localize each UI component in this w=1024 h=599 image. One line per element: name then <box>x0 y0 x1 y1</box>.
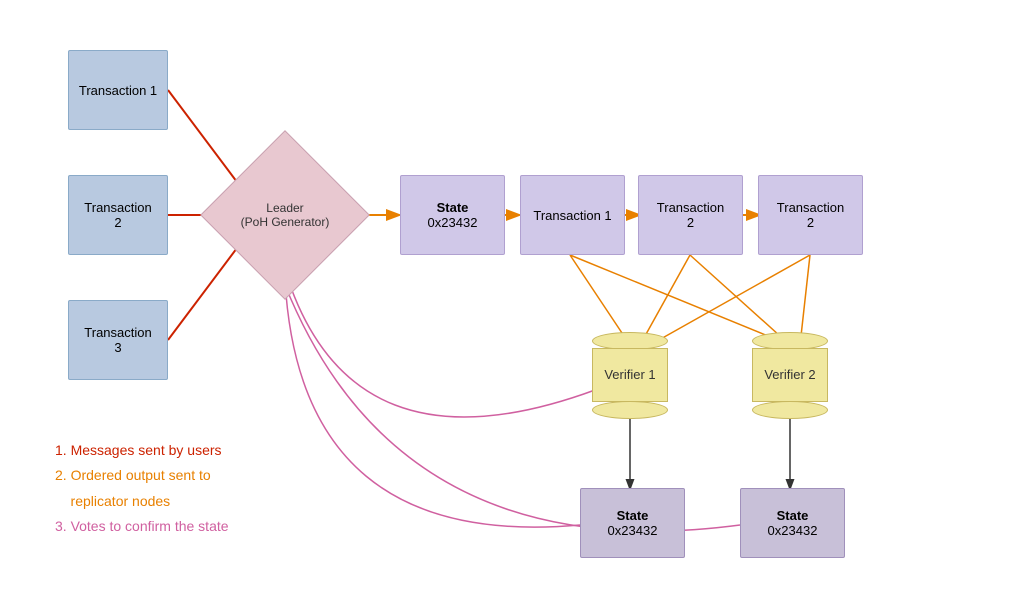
verifier-2-cylinder: Verifier 2 <box>750 330 830 420</box>
chain-transaction-3-label: Transaction2 <box>777 200 844 230</box>
state-1-box: State0x23432 <box>580 488 685 558</box>
legend-3-text: 3. Votes to confirm the state <box>55 518 229 534</box>
transaction-1-box: Transaction 1 <box>68 50 168 130</box>
transaction-2-label: Transaction2 <box>84 200 151 230</box>
transaction-1-label: Transaction 1 <box>79 83 157 98</box>
state-0-label: State0x23432 <box>428 200 478 230</box>
verifier-1-cylinder: Verifier 1 <box>590 330 670 420</box>
leader-label: Leader(PoH Generator) <box>241 201 330 229</box>
legend-item-3: 3. Votes to confirm the state <box>55 514 229 539</box>
legend-1-text: 1. Messages sent by users <box>55 442 222 458</box>
chain-transaction-2-label: Transaction2 <box>657 200 724 230</box>
legend-item-1: 1. Messages sent by users <box>55 438 229 463</box>
chain-transaction-1-label: Transaction 1 <box>533 208 611 223</box>
state-2-label: State0x23432 <box>768 508 818 538</box>
diagram: Transaction 1 Transaction2 Transaction3 … <box>0 0 1024 599</box>
transaction-2-box: Transaction2 <box>68 175 168 255</box>
state-0-box: State0x23432 <box>400 175 505 255</box>
chain-transaction-2-box: Transaction2 <box>638 175 743 255</box>
transaction-3-box: Transaction3 <box>68 300 168 380</box>
verifier-1-label: Verifier 1 <box>604 367 655 382</box>
leader-diamond-wrap: Leader(PoH Generator) <box>220 150 350 280</box>
verifier-2-label: Verifier 2 <box>764 367 815 382</box>
legend-2-text: 2. Ordered output sent to replicator nod… <box>55 467 211 508</box>
chain-transaction-1-box: Transaction 1 <box>520 175 625 255</box>
chain-transaction-3-box: Transaction2 <box>758 175 863 255</box>
state-2-box: State0x23432 <box>740 488 845 558</box>
legend-item-2: 2. Ordered output sent to replicator nod… <box>55 463 229 513</box>
legend: 1. Messages sent by users 2. Ordered out… <box>55 438 229 539</box>
state-1-label: State0x23432 <box>608 508 658 538</box>
transaction-3-label: Transaction3 <box>84 325 151 355</box>
